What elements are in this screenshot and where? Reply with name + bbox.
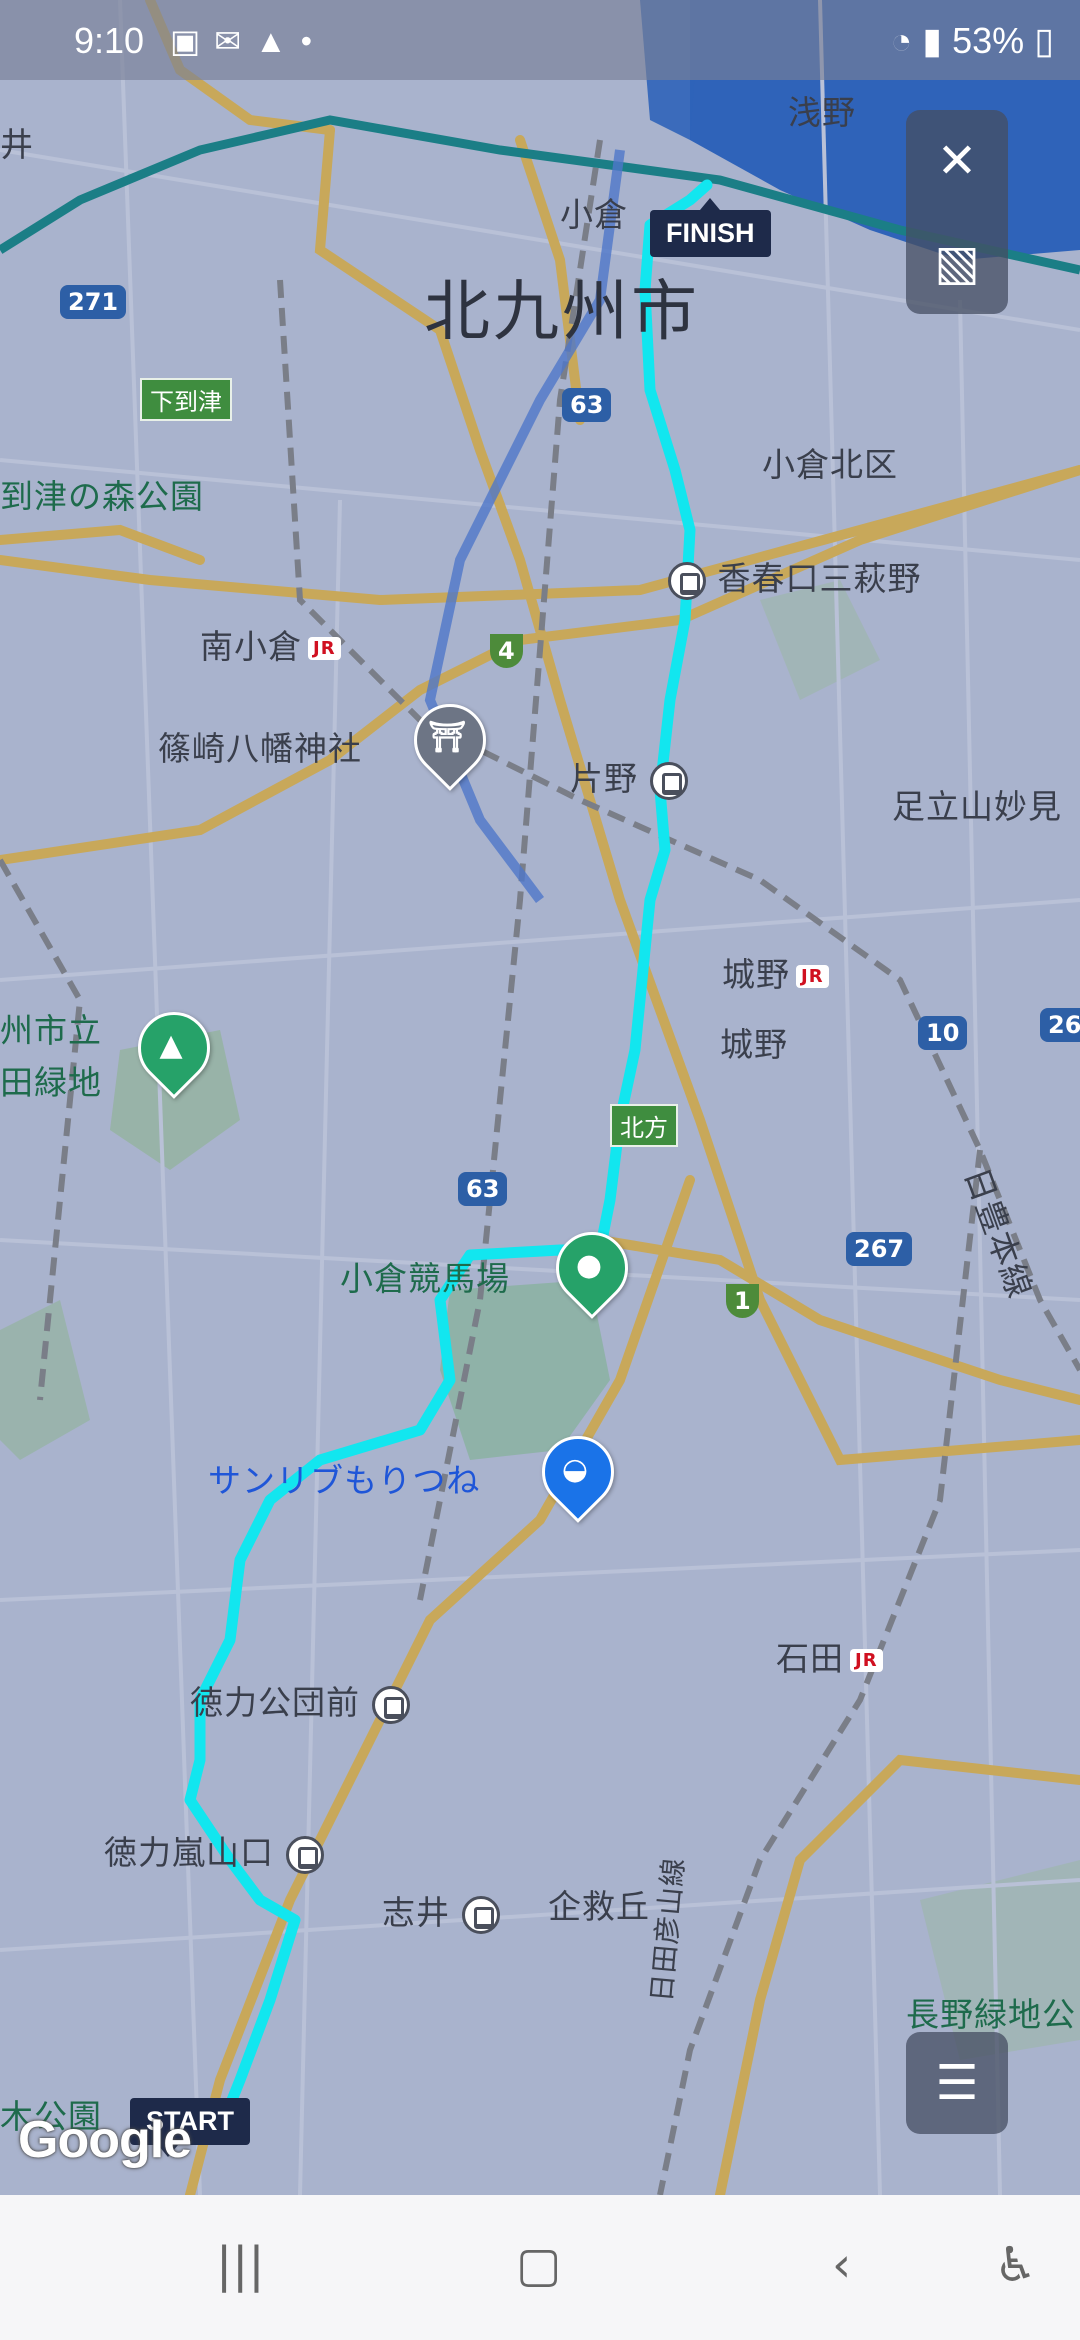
jr-icon: JR (796, 965, 829, 988)
park-label-itozu-forest: 到津の森公園 (0, 477, 204, 516)
place-label-ii: 井 (0, 125, 34, 164)
route-shield-10: 10 (918, 1016, 968, 1050)
cell-signal-icon: ▮ (922, 20, 943, 61)
bus-stop-icon (371, 1685, 410, 1724)
route-shield-271: 271 (60, 285, 127, 319)
park-pin[interactable]: ▲ (123, 997, 225, 1099)
back-icon[interactable]: ‹ (832, 2237, 851, 2293)
torii-icon: ⛩ (427, 719, 467, 755)
image-icon: ▧ (934, 235, 980, 291)
mail-icon: ✉ (214, 23, 256, 59)
google-attribution: Google (18, 2111, 192, 2169)
route-shield-63: 63 (562, 388, 612, 422)
bus-stop-tokuriki-danchi[interactable]: 徳力公団前 (190, 1676, 410, 1724)
road-sign-kitagata: 北方 (610, 1104, 678, 1147)
station-label: 石田 (776, 1639, 844, 1678)
finish-marker[interactable]: FINISH (650, 198, 771, 257)
station-ishida[interactable]: 石田 JR (776, 1632, 883, 1680)
route-shield-267: 267 (846, 1232, 913, 1266)
route-shield-1: 1 (726, 1284, 759, 1318)
station-label: 城野 (722, 955, 790, 994)
map-view[interactable]: 北九州市 浅野 小倉 井 小倉北区 到津の森公園 下到津 香春口三萩野 南小倉 J… (0, 0, 1080, 2195)
place-label-adachiyama: 足立山妙見 (892, 787, 1062, 826)
shopping-bag-icon: ◒ (561, 1451, 589, 1487)
map-bottom-controls: ☰ (906, 2032, 1008, 2134)
battery-icon: ▯ (1034, 20, 1054, 61)
park-label-kitakyushu-2: 田緑地 (0, 1063, 102, 1102)
bus-stop-tokuriki-arashiyama[interactable]: 徳力嵐山口 (104, 1826, 324, 1874)
place-label-racecourse: 小倉競馬場 (340, 1259, 510, 1298)
bus-stop-icon (285, 1835, 324, 1874)
bus-stop-label: 香春口三萩野 (717, 559, 922, 598)
image-icon: ▣ (170, 23, 215, 59)
place-label-kigukaoka: 企救丘 (548, 1887, 650, 1926)
bus-stop-label: 徳力公団前 (190, 1683, 360, 1722)
map-top-controls: ✕ ▧ (906, 110, 1008, 314)
dot-icon: ● (575, 1247, 603, 1283)
status-right: ◔ ▮ 53% ▯ (891, 20, 1054, 62)
bus-stop-katano[interactable]: 片野 (570, 752, 688, 800)
route-shield-4: 4 (490, 634, 523, 668)
station-label: 南小倉 (200, 627, 302, 666)
bus-stop-icon (668, 561, 706, 600)
status-notification-icons: ▣✉▲• (170, 22, 326, 60)
station-label-kokura: 小倉 (560, 195, 628, 234)
signal-triangle-icon: ▲ (255, 23, 301, 59)
close-icon: ✕ (936, 133, 978, 189)
recent-apps-icon[interactable]: ||| (216, 2237, 265, 2293)
close-button[interactable]: ✕ (906, 110, 1008, 212)
status-time: 9:10 (74, 20, 145, 61)
status-bar: 9:10 ▣✉▲• ◔ ▮ 53% ▯ (0, 0, 1080, 80)
station-minami-kokura[interactable]: 南小倉 JR (200, 620, 341, 668)
bus-stop-label: 徳力嵐山口 (104, 1833, 274, 1872)
dot-icon: • (300, 23, 326, 59)
jr-icon: JR (850, 1649, 883, 1672)
bus-stop-label: 志井 (382, 1893, 450, 1932)
accessibility-icon[interactable]: ♿ (994, 2237, 1037, 2293)
park-label-nagano: 長野緑地公 (906, 1995, 1076, 2034)
bus-stop-shii[interactable]: 志井 (382, 1886, 500, 1934)
road-sign-shimoitozu: 下到津 (140, 378, 232, 421)
place-label-sunlive: サンリブもりつね (208, 1461, 481, 1500)
route-shield-26: 26 (1040, 1008, 1080, 1042)
tree-icon: ▲ (159, 1027, 183, 1063)
shopping-pin[interactable]: ◒ (527, 1421, 629, 1523)
system-nav-bar: ||| ▢ ‹ ♿ (0, 2195, 1080, 2340)
shrine-pin[interactable]: ⛩ (399, 689, 501, 791)
place-label-jono: 城野 (720, 1025, 788, 1064)
wifi-icon: ◔ (890, 20, 913, 61)
settings-button[interactable]: ☰ (906, 2032, 1008, 2134)
district-label-kokura-kita: 小倉北区 (762, 445, 898, 484)
place-label-asano: 浅野 (788, 93, 856, 132)
route-shield-63-south: 63 (458, 1172, 508, 1206)
station-jono[interactable]: 城野 JR (722, 948, 829, 996)
battery-percent: 53% (952, 20, 1025, 61)
park-label-kitakyushu-1: 州市立 (0, 1011, 102, 1050)
gallery-button[interactable]: ▧ (906, 212, 1008, 314)
place-label-shinozaki: 篠崎八幡神社 (158, 729, 362, 768)
jr-icon: JR (308, 637, 341, 660)
bus-stop-kasugaguchi[interactable]: 香春口三萩野 (668, 552, 922, 600)
bus-stop-icon (649, 761, 688, 800)
city-label: 北九州市 (424, 273, 700, 350)
sliders-icon: ☰ (935, 2055, 979, 2111)
bus-stop-icon (461, 1895, 500, 1934)
racecourse-pin[interactable]: ● (541, 1217, 643, 1319)
home-icon[interactable]: ▢ (516, 2237, 561, 2293)
bus-stop-label: 片野 (570, 759, 638, 798)
